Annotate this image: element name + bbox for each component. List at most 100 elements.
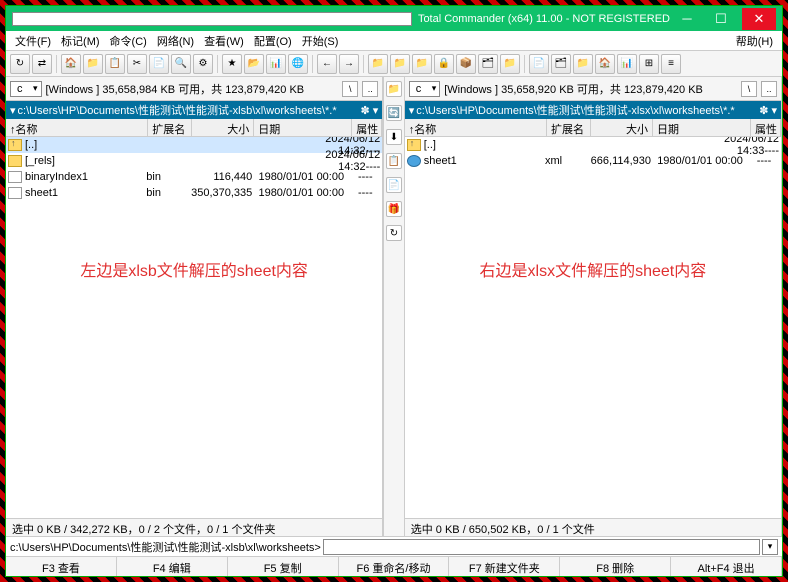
toolbar-button[interactable]: ⚙ [193, 54, 213, 74]
toolbar-button[interactable]: 📄 [529, 54, 549, 74]
left-root-button[interactable]: \ [342, 81, 358, 97]
vtool-button[interactable]: 🎁 [386, 201, 402, 217]
toolbar-button[interactable]: 🗂 [551, 54, 571, 74]
file-row[interactable]: sheet1bin350,370,3351980/01/01 00:00---- [6, 185, 382, 201]
minimize-button[interactable]: ─ [670, 8, 704, 30]
toolbar-button[interactable]: 📁 [83, 54, 103, 74]
right-drive-select[interactable]: c [409, 81, 441, 97]
vtool-button[interactable]: 📁 [386, 81, 402, 97]
toolbar-button[interactable]: 📁 [500, 54, 520, 74]
hdr-date[interactable]: 日期 [653, 119, 751, 136]
left-file-list[interactable]: [..]2024/06/12 14:32----[_rels]2024/06/1… [6, 137, 382, 518]
file-row[interactable]: sheet1xml666,114,9301980/01/01 00:00---- [405, 153, 781, 169]
cmd-history-button[interactable]: ▾ [762, 539, 778, 555]
right-fav-icon[interactable]: ✽ ▾ [759, 104, 777, 117]
toolbar-button[interactable]: 🌐 [288, 54, 308, 74]
menu-help[interactable]: 帮助(H) [731, 31, 778, 51]
file-date: 1980/01/01 00:00 [651, 155, 749, 167]
file-size: 116,440 [190, 171, 252, 183]
vtool-button[interactable]: 🔄 [386, 105, 402, 121]
right-file-list[interactable]: [..]2024/06/12 14:33----sheet1xml666,114… [405, 137, 781, 518]
hdr-attr[interactable]: 属性 [352, 119, 382, 136]
hdr-name[interactable]: ↑名称 [405, 119, 547, 136]
menu-bar: 文件(F) 标记(M) 命令(C) 网络(N) 查看(W) 配置(O) 开始(S… [6, 31, 782, 51]
toolbar-button[interactable]: 📁 [573, 54, 593, 74]
hdr-ext[interactable]: 扩展名 [148, 119, 192, 136]
vtool-button[interactable]: 📄 [386, 177, 402, 193]
fkey-button[interactable]: F5 复制 [228, 557, 339, 576]
toolbar-button[interactable]: 📋 [105, 54, 125, 74]
right-root-button[interactable]: \ [741, 81, 757, 97]
vtool-button[interactable]: ⬇ [386, 129, 402, 145]
toolbar-button[interactable]: 📄 [149, 54, 169, 74]
file-name: binaryIndex1 [25, 171, 146, 183]
hdr-ext[interactable]: 扩展名 [547, 119, 591, 136]
right-status: 选中 0 KB / 650,502 KB，0 / 1 个文件 [405, 518, 781, 536]
fkey-button[interactable]: Alt+F4 退出 [671, 557, 782, 576]
fkey-button[interactable]: F3 查看 [6, 557, 117, 576]
vtool-button[interactable]: 📋 [386, 153, 402, 169]
toolbar-button[interactable]: 📁 [412, 54, 432, 74]
toolbar-button[interactable]: ⊞ [639, 54, 659, 74]
toolbar-button[interactable]: ★ [222, 54, 242, 74]
left-fav-icon[interactable]: ✽ ▾ [360, 104, 378, 117]
fkey-button[interactable]: F6 重命名/移动 [339, 557, 450, 576]
file-row[interactable]: [_rels]2024/06/12 14:32---- [6, 153, 382, 169]
toolbar-button[interactable]: ✂ [127, 54, 147, 74]
menu-net[interactable]: 网络(N) [152, 31, 199, 51]
right-drive-bar: c [Windows ] 35,658,920 KB 可用，共 123,879,… [405, 77, 781, 101]
toolbar-button[interactable]: 📁 [390, 54, 410, 74]
file-ext: bin [146, 187, 190, 199]
command-line: c:\Users\HP\Documents\性能测试\性能测试-xlsb\xl\… [6, 536, 782, 556]
hdr-name[interactable]: ↑名称 [6, 119, 148, 136]
file-row[interactable]: [..]2024/06/12 14:33---- [405, 137, 781, 153]
left-path-bar[interactable]: ▾ c:\Users\HP\Documents\性能测试\性能测试-xlsb\x… [6, 101, 382, 119]
toolbar-button[interactable]: 📁 [368, 54, 388, 74]
toolbar-button[interactable]: 🏠 [61, 54, 81, 74]
fkey-button[interactable]: F4 编辑 [117, 557, 228, 576]
left-drive-select[interactable]: c [10, 81, 42, 97]
menu-mark[interactable]: 标记(M) [56, 31, 105, 51]
file-name: [..] [424, 139, 673, 151]
menu-config[interactable]: 配置(O) [249, 31, 297, 51]
left-up-button[interactable]: .. [362, 81, 378, 97]
toolbar-button[interactable]: → [339, 54, 359, 74]
toolbar-button[interactable]: ↻ [10, 54, 30, 74]
cmd-input[interactable] [323, 539, 760, 555]
vtool-button[interactable]: ↻ [386, 225, 402, 241]
toolbar-button[interactable]: 📦 [456, 54, 476, 74]
toolbar-button[interactable]: 📂 [244, 54, 264, 74]
hdr-size[interactable]: 大小 [192, 119, 254, 136]
menu-start[interactable]: 开始(S) [297, 31, 344, 51]
file-name: sheet1 [424, 155, 545, 167]
toolbar-button[interactable]: ⇄ [32, 54, 52, 74]
hdr-size[interactable]: 大小 [591, 119, 653, 136]
right-up-button[interactable]: .. [761, 81, 777, 97]
menu-file[interactable]: 文件(F) [10, 31, 56, 51]
menu-view[interactable]: 查看(W) [199, 31, 249, 51]
hdr-attr[interactable]: 属性 [751, 119, 781, 136]
file-row[interactable]: binaryIndex1bin116,4401980/01/01 00:00--… [6, 169, 382, 185]
file-date: 1980/01/01 00:00 [252, 171, 350, 183]
fkey-button[interactable]: F7 新建文件夹 [449, 557, 560, 576]
file-date: 1980/01/01 00:00 [252, 187, 350, 199]
toolbar-button[interactable]: 🔒 [434, 54, 454, 74]
hdr-date[interactable]: 日期 [254, 119, 352, 136]
toolbar-button[interactable]: 🔍 [171, 54, 191, 74]
fkey-button[interactable]: F8 删除 [560, 557, 671, 576]
maximize-button[interactable]: ☐ [704, 8, 738, 30]
left-panel: c [Windows ] 35,658,984 KB 可用，共 123,879,… [6, 77, 383, 536]
toolbar-button[interactable]: ≡ [661, 54, 681, 74]
toolbar-button[interactable]: ← [317, 54, 337, 74]
right-path-bar[interactable]: ▾ c:\Users\HP\Documents\性能测试\性能测试-xlsx\x… [405, 101, 781, 119]
toolbar-button[interactable]: 🏠 [595, 54, 615, 74]
menu-cmd[interactable]: 命令(C) [105, 31, 152, 51]
path-arrow-icon: ▾ [10, 104, 16, 117]
file-attr: ---- [749, 155, 779, 167]
title-bar: Total Commander (x64) 11.00 - NOT REGIST… [6, 6, 782, 31]
toolbar-button[interactable]: 📊 [266, 54, 286, 74]
toolbar-button[interactable]: 📊 [617, 54, 637, 74]
close-button[interactable]: ✕ [742, 8, 776, 30]
toolbar-button[interactable]: 🗂 [478, 54, 498, 74]
cmd-prompt: c:\Users\HP\Documents\性能测试\性能测试-xlsb\xl\… [10, 539, 321, 555]
